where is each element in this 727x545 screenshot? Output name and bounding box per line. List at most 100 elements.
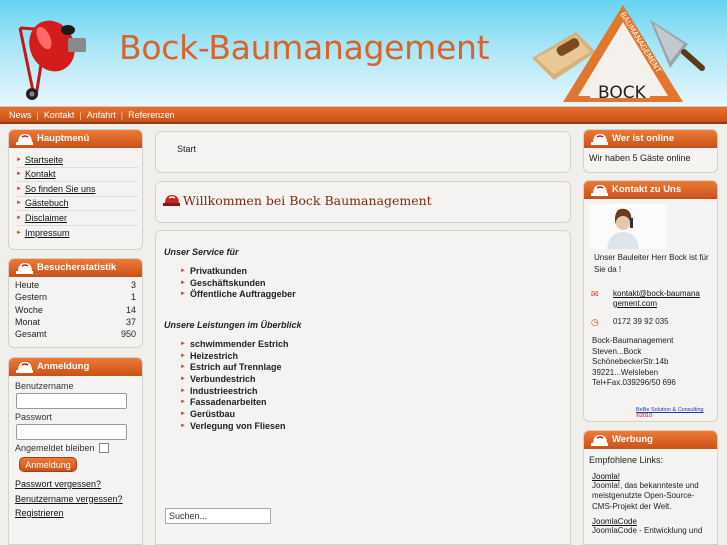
- login-header: Anmeldung: [9, 358, 142, 376]
- list-item-text: Privatkunden: [189, 265, 247, 276]
- joomlacode-link[interactable]: JoomlaCode: [592, 517, 637, 526]
- nav-referenzen[interactable]: Referenzen: [128, 110, 175, 120]
- arrow-right-icon: ►: [16, 185, 22, 192]
- login-links: Passwort vergessen? Benutzername vergess…: [15, 479, 136, 523]
- list-item-text: Öffentliche Auftraggeber: [189, 289, 296, 300]
- address-line: 39221...Welsleben: [592, 367, 659, 377]
- nav-kontakt-label[interactable]: Kontakt: [44, 110, 75, 120]
- article-content-panel: Unser Service für ► Privatkunden ► Geschäf…: [155, 230, 571, 545]
- nav-kontakt[interactable]: Kontakt |: [44, 110, 87, 120]
- hard-hat-icon: [163, 195, 180, 206]
- main-menu-module: Hauptmenü ► Startseite ► Kontakt ► So finde…: [8, 129, 143, 250]
- register-link[interactable]: Registrieren: [15, 508, 136, 523]
- arrow-right-icon: ►: [180, 291, 186, 298]
- menu-item-kontakt[interactable]: ► Kontakt: [16, 168, 138, 182]
- stats-label: Heute: [15, 280, 40, 290]
- contact-person-photo: [589, 204, 667, 249]
- arrow-right-icon: ►: [180, 352, 186, 359]
- stats-row: Gestern 1: [15, 292, 136, 304]
- nav-anfahrt-label[interactable]: Anfahrt: [87, 110, 116, 120]
- arrow-right-icon: ►: [16, 229, 22, 236]
- remember-me-checkbox[interactable]: [98, 443, 109, 453]
- werbung-title: Werbung: [612, 434, 653, 445]
- list-item-text: Verlegung von Fliesen: [189, 420, 286, 431]
- menu-link-disclaimer[interactable]: Disclaimer: [25, 213, 67, 223]
- werbung-header: Werbung: [584, 431, 717, 449]
- arrow-right-icon: ►: [180, 387, 186, 394]
- online-status-text: Wir haben 5 Gäste online: [589, 153, 691, 163]
- menu-link-startseite[interactable]: Startseite: [25, 155, 63, 165]
- spatula-image: [650, 20, 705, 71]
- who-is-online-title: Wer ist online: [612, 133, 675, 144]
- werbung-entry: JoomlaCode JoomlaCode - Entwicklung und: [589, 516, 713, 537]
- article-content: Unser Service für ► Privatkunden ► Geschäf…: [156, 231, 570, 432]
- menu-link-kontakt[interactable]: Kontakt: [25, 169, 56, 179]
- list-item-text: Gerüstbau: [189, 409, 235, 420]
- list-item: ► Geschäftskunden: [180, 277, 570, 289]
- nav-news[interactable]: News |: [9, 110, 44, 120]
- contact-phone: 0172 39 92 035: [613, 317, 669, 326]
- arrow-right-icon: ►: [16, 200, 22, 207]
- list-item: ► schwimmender Estrich: [180, 338, 570, 350]
- nav-referenzen-label[interactable]: Referenzen: [128, 110, 175, 120]
- stats-value: 14: [125, 304, 136, 315]
- visitor-stats-header: Besucherstatistik: [9, 259, 142, 277]
- list-item: ► Industrieestrich: [180, 385, 570, 397]
- menu-item-gaestebuch[interactable]: ► Gästebuch: [16, 197, 138, 211]
- menu-item-startseite[interactable]: ► Startseite: [16, 153, 138, 168]
- stats-value: 950: [120, 329, 136, 340]
- nav-anfahrt[interactable]: Anfahrt |: [87, 110, 128, 120]
- service-heading: Unser Service für: [164, 247, 239, 257]
- credit-line: BeBe Solution & Consulting ©2010: [636, 407, 717, 419]
- login-module: Anmeldung Benutzername Passwort Angemeld…: [8, 357, 143, 545]
- site-header: Bock-Baumanagement BOCK BAUMANAGEMENT: [0, 0, 727, 107]
- username-input[interactable]: [16, 393, 127, 409]
- list-item: ► Privatkunden: [180, 265, 570, 277]
- address-line: Steven...Bock: [592, 346, 642, 356]
- login-form: Benutzername Passwort Angemeldet bleiben…: [9, 376, 142, 523]
- article-title-panel: Willkommen bei Bock Baumanagement: [155, 181, 571, 223]
- menu-item-disclaimer[interactable]: ► Disclaimer: [16, 211, 138, 226]
- contact-caption: Unser Bauleiter Herr Bock ist für Sie da…: [594, 253, 709, 274]
- top-navigation: News | Kontakt | Anfahrt | Referenzen: [0, 107, 727, 124]
- who-is-online-module: Wer ist online Wir haben 5 Gäste online: [583, 129, 718, 173]
- menu-link-impressum[interactable]: Impressum: [25, 228, 70, 238]
- contact-email-row: ✉ kontakt@bock-baumanagement.com: [591, 289, 703, 309]
- main-menu-title: Hauptmenü: [37, 133, 90, 144]
- list-item-text: Verbundestrich: [189, 373, 256, 384]
- arrow-right-icon: ►: [16, 156, 22, 163]
- list-item: ► Verlegung von Fliesen: [180, 420, 570, 432]
- menu-link-gaestebuch[interactable]: Gästebuch: [25, 198, 69, 208]
- list-item: ► Öffentliche Auftraggeber: [180, 288, 570, 300]
- address-line: Bock-Baumanagement: [592, 336, 674, 345]
- cement-mixer-image: [18, 20, 86, 100]
- password-input[interactable]: [16, 424, 127, 440]
- contact-module: Kontakt zu Uns Unser Bauleiter Herr Bock…: [583, 180, 718, 422]
- list-item: ► Estrich auf Trennlage: [180, 361, 570, 373]
- who-is-online-header: Wer ist online: [584, 130, 717, 148]
- forgot-username-link[interactable]: Benutzername vergessen?: [15, 494, 136, 509]
- joomla-link[interactable]: Joomla!: [592, 472, 620, 481]
- address-line: Tel+Fax.039296/50 696: [592, 378, 676, 387]
- stats-row: Monat 37: [15, 317, 136, 329]
- visitor-stats-table: Heute 3 Gestern 1 Woche 14 Monat 37 Gesamt 95…: [9, 277, 142, 341]
- nav-news-label[interactable]: News: [9, 110, 32, 120]
- search-input[interactable]: Suchen...: [165, 508, 271, 524]
- main-menu-header: Hauptmenü: [9, 130, 142, 148]
- arrow-right-icon: ►: [180, 399, 186, 406]
- hard-hat-icon: [591, 134, 608, 145]
- service-list: ► Privatkunden ► Geschäftskunden ► Öffentli…: [164, 265, 570, 300]
- arrow-right-icon: ►: [180, 340, 186, 347]
- hard-hat-icon: [16, 134, 33, 145]
- forgot-password-link[interactable]: Passwort vergessen?: [15, 479, 136, 494]
- menu-link-so-finden[interactable]: So finden Sie uns: [25, 184, 96, 194]
- login-button[interactable]: Anmeldung: [19, 457, 77, 472]
- menu-item-anfahrt[interactable]: ► So finden Sie uns: [16, 182, 138, 197]
- contact-email-link[interactable]: kontakt@bock-baumanagement.com: [613, 289, 703, 309]
- menu-item-impressum[interactable]: ► Impressum: [16, 226, 138, 241]
- list-item-text: Industrieestrich: [189, 385, 258, 396]
- visitor-stats-title: Besucherstatistik: [37, 262, 117, 273]
- hard-hat-icon: [16, 362, 33, 373]
- stats-label: Monat: [15, 316, 41, 327]
- contact-header: Kontakt zu Uns: [584, 181, 717, 199]
